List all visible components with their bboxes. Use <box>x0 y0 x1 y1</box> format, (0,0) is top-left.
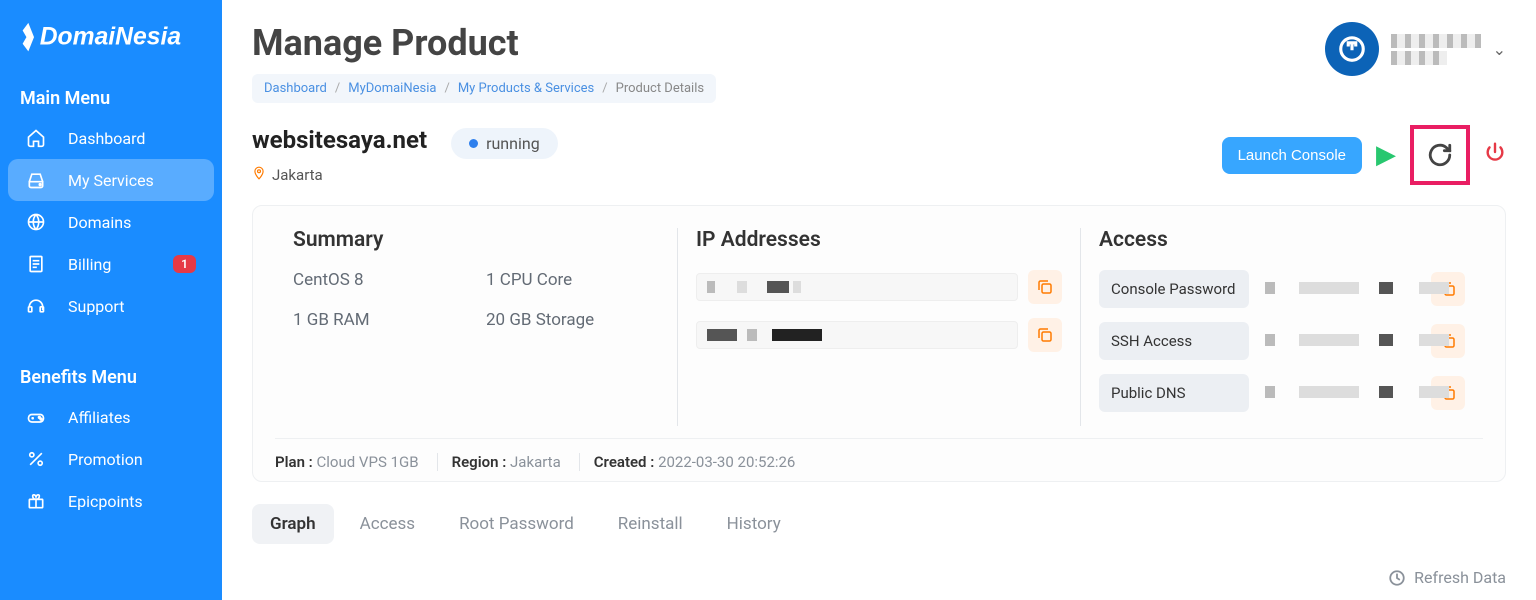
tab-root-password[interactable]: Root Password <box>441 504 592 544</box>
ip-row <box>696 318 1062 352</box>
sidebar-item-affiliates[interactable]: Affiliates <box>8 396 214 438</box>
copy-icon[interactable] <box>1028 270 1062 304</box>
page-title: Manage Product <box>252 22 716 64</box>
user-name-redacted <box>1391 31 1481 68</box>
sidebar-item-label: Promotion <box>68 450 143 469</box>
overview-card: Summary CentOS 8 1 CPU Core 1 GB RAM 20 … <box>252 205 1506 482</box>
tab-graph[interactable]: Graph <box>252 504 334 544</box>
access-label: Public DNS <box>1099 374 1249 412</box>
user-menu[interactable]: ⌄ <box>1325 22 1506 76</box>
access-label: Console Password <box>1099 270 1249 308</box>
meta-bar: Plan : Cloud VPS 1GB Region : Jakarta Cr… <box>275 438 1483 471</box>
badge: 1 <box>173 255 196 273</box>
start-icon[interactable]: ▶ <box>1376 140 1396 170</box>
ip-row <box>696 270 1062 304</box>
access-section: Access Console Password SSH Access Public … <box>1080 228 1483 426</box>
svg-text:DomaiNesia: DomaiNesia <box>40 24 181 51</box>
avatar <box>1325 22 1379 76</box>
product-location: Jakarta <box>252 165 558 185</box>
summary-cpu: 1 CPU Core <box>486 270 659 290</box>
access-value-redacted <box>1259 327 1421 355</box>
sidebar-section-main: Main Menu <box>0 73 222 117</box>
breadcrumb-item[interactable]: My Products & Services <box>458 81 594 96</box>
chevron-down-icon: ⌄ <box>1493 40 1506 59</box>
sidebar-item-my-services[interactable]: My Services <box>8 159 214 201</box>
refresh-button[interactable]: Refresh Data <box>1388 568 1506 587</box>
launch-console-button[interactable]: Launch Console <box>1222 137 1362 174</box>
sidebar-item-label: Billing <box>68 255 111 274</box>
gamepad-icon <box>26 407 48 427</box>
sidebar-item-label: My Services <box>68 171 154 190</box>
summary-section: Summary CentOS 8 1 CPU Core 1 GB RAM 20 … <box>275 228 677 426</box>
sidebar-item-epicpoints[interactable]: Epicpoints <box>8 480 214 522</box>
ip-value-redacted <box>696 273 1018 301</box>
product-name: websitesaya.net <box>252 126 427 154</box>
breadcrumb-item[interactable]: Dashboard <box>264 81 327 96</box>
access-title: Access <box>1099 228 1465 252</box>
sidebar-item-dashboard[interactable]: Dashboard <box>8 117 214 159</box>
globe-icon <box>26 212 48 232</box>
sidebar-item-support[interactable]: Support <box>8 285 214 327</box>
tab-history[interactable]: History <box>709 504 799 544</box>
main-content: Manage Product Dashboard/MyDomaiNesia/My… <box>222 0 1536 600</box>
bill-icon <box>26 254 48 274</box>
summary-ram: 1 GB RAM <box>293 310 466 330</box>
sidebar-item-label: Dashboard <box>68 129 145 148</box>
copy-icon[interactable] <box>1028 318 1062 352</box>
access-value-redacted <box>1259 379 1421 407</box>
access-row: Public DNS <box>1099 374 1465 412</box>
ip-value-redacted <box>696 321 1018 349</box>
sidebar-item-promotion[interactable]: Promotion <box>8 438 214 480</box>
sidebar-item-label: Support <box>68 297 124 316</box>
drive-icon <box>26 170 48 190</box>
ip-title: IP Addresses <box>696 228 1062 252</box>
access-rows: Console Password SSH Access Public DNS <box>1099 270 1465 412</box>
status-badge: running <box>451 128 558 159</box>
location-pin-icon <box>252 165 266 185</box>
product-tabs: GraphAccessRoot PasswordReinstallHistory <box>252 504 1506 544</box>
breadcrumb-item[interactable]: MyDomaiNesia <box>348 81 436 96</box>
percent-icon <box>26 449 48 469</box>
sidebar-item-label: Affiliates <box>68 408 131 427</box>
brand-logo[interactable]: DomaiNesia <box>0 0 222 73</box>
sidebar-item-domains[interactable]: Domains <box>8 201 214 243</box>
summary-os: CentOS 8 <box>293 270 466 290</box>
sidebar-item-label: Epicpoints <box>68 492 143 511</box>
reload-button[interactable] <box>1410 125 1470 185</box>
home-icon <box>26 128 48 148</box>
summary-title: Summary <box>293 228 659 252</box>
breadcrumb: Dashboard/MyDomaiNesia/My Products & Ser… <box>252 74 716 103</box>
headset-icon <box>26 296 48 316</box>
sidebar: DomaiNesia Main Menu Dashboard My Service… <box>0 0 222 600</box>
breadcrumb-item: Product Details <box>616 81 704 96</box>
sidebar-item-label: Domains <box>68 213 131 232</box>
access-value-redacted <box>1259 275 1421 303</box>
sidebar-items-benefits: Affiliates Promotion Epicpoints <box>0 396 222 522</box>
tab-access[interactable]: Access <box>342 504 433 544</box>
access-label: SSH Access <box>1099 322 1249 360</box>
ip-section: IP Addresses <box>677 228 1080 426</box>
sidebar-items-main: Dashboard My Services Domains Billing 1 Suppo… <box>0 117 222 327</box>
power-icon[interactable] <box>1484 141 1506 169</box>
access-row: Console Password <box>1099 270 1465 308</box>
gift-icon <box>26 491 48 511</box>
tab-reinstall[interactable]: Reinstall <box>600 504 701 544</box>
access-row: SSH Access <box>1099 322 1465 360</box>
summary-storage: 20 GB Storage <box>486 310 659 330</box>
sidebar-section-benefits: Benefits Menu <box>0 352 222 396</box>
sidebar-item-billing[interactable]: Billing 1 <box>8 243 214 285</box>
